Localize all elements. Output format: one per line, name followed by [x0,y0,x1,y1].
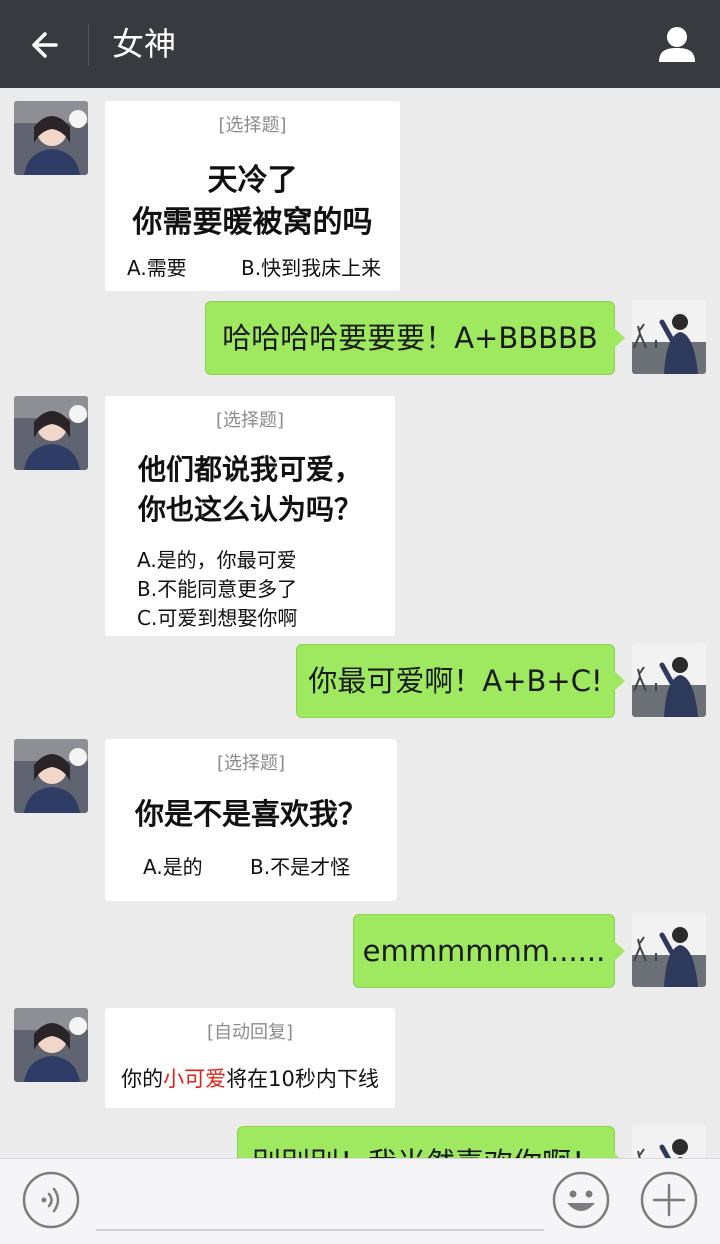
contact-avatar[interactable] [14,739,88,813]
emoji-icon [552,1171,610,1229]
quiz-question: 你需要暖被窝的吗 [132,205,373,240]
auto-reply-card: [自动回复] 你的小可爱将在10秒内下线 [105,1008,395,1108]
quiz-option: B.不能同意更多了 [137,577,298,601]
quiz-option: C.可爱到想娶你啊 [137,606,298,630]
quiz-card: [选择题] 天冷了 你需要暖被窝的吗 A.需要 B.快到我床上来 [105,101,400,291]
profile-icon [659,27,695,62]
my-avatar[interactable] [632,913,706,987]
quiz-question: 你是不是喜欢我？ [134,797,367,831]
emoji-button[interactable] [552,1171,610,1229]
card-tag: [选择题] [216,753,286,774]
plus-icon [640,1171,698,1229]
auto-reply-text: 你的小可爱将在10秒内下线 [105,1063,395,1093]
voice-button[interactable] [22,1171,80,1229]
sent-message[interactable]: 别别别！我当然喜欢你啊！ [237,1126,625,1158]
input-bar [0,1158,720,1244]
quiz-option: B.快到我床上来 [241,256,382,280]
contact-avatar[interactable] [14,396,88,470]
quiz-option: A.是的，你最可爱 [137,548,297,572]
more-button[interactable] [640,1171,698,1229]
contact-avatar[interactable] [14,1008,88,1082]
title-divider [88,24,89,66]
sent-message[interactable]: 你最可爱啊！A+B+C! [296,644,625,718]
quiz-option: A.是的 [143,855,203,879]
my-avatar[interactable] [632,643,706,717]
auto-reply-pre: 你的 [121,1067,164,1091]
quiz-card: [选择题] 他们都说我可爱， 你也这么认为吗？ A.是的，你最可爱 B.不能同意… [105,396,395,636]
card-tag: [自动回复] [206,1022,294,1043]
contact-avatar[interactable] [14,101,88,175]
card-tag: [选择题] [215,410,285,431]
card-tag: [选择题] [218,115,287,136]
highlight-text: 小可爱 [163,1067,227,1091]
quiz-question: 你也这么认为吗？ [137,493,362,526]
my-avatar[interactable] [632,1125,706,1158]
chat-area[interactable]: [选择题] 天冷了 你需要暖被窝的吗 A.需要 B.快到我床上来 哈哈哈哈要要要… [0,88,720,1158]
auto-reply-post: 将在10秒内下线 [226,1067,379,1091]
back-button[interactable] [20,20,70,70]
sent-message[interactable]: emmmmmm...... [353,914,625,988]
message-input[interactable] [96,1229,544,1231]
profile-button[interactable] [654,22,700,68]
quiz-question: 天冷了 [207,163,298,198]
quiz-question: 他们都说我可爱， [137,453,362,486]
quiz-option: A.需要 [127,256,187,280]
quiz-option: B.不是才怪 [250,855,351,879]
sent-message[interactable]: 哈哈哈哈要要要！A+BBBBB [205,301,625,375]
quiz-card: [选择题] 你是不是喜欢我？ A.是的 B.不是才怪 [105,739,397,901]
voice-icon [22,1171,80,1229]
my-avatar[interactable] [632,300,706,374]
top-bar: 女神 [0,0,720,88]
back-arrow-icon [32,32,58,58]
chat-title: 女神 [112,25,177,63]
